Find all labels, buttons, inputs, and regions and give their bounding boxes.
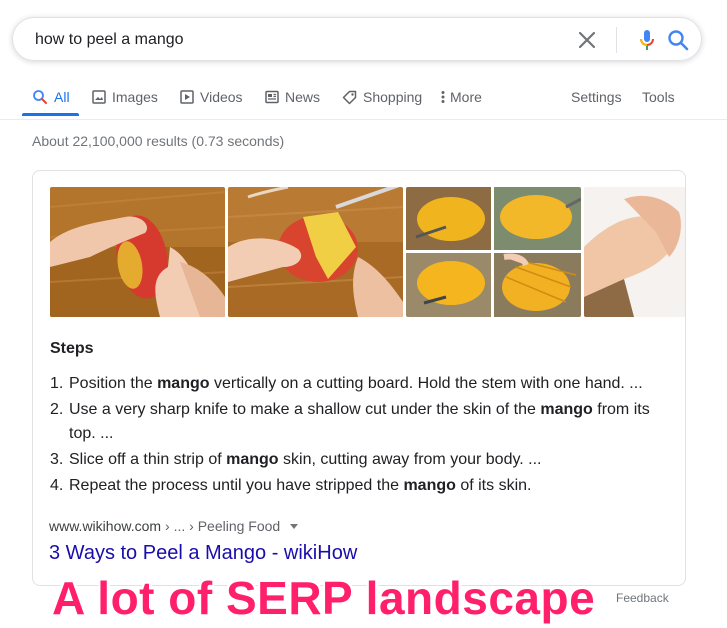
tab-label: News	[285, 89, 321, 105]
tab-images[interactable]: Images	[92, 78, 158, 116]
list-item: 1. Position the mango vertically on a cut…	[50, 372, 670, 396]
tag-icon	[342, 90, 357, 105]
list-item: 4. Repeat the process until you have stri…	[50, 474, 670, 498]
news-icon	[265, 90, 279, 104]
step-number: 3.	[50, 451, 64, 468]
step-keyword: mango	[226, 451, 279, 468]
tab-label: Shopping	[363, 89, 423, 105]
steps-title: Steps	[50, 340, 94, 357]
step-number: 1.	[50, 375, 64, 392]
step-text: Repeat the process until you have stripp…	[69, 477, 404, 494]
tabs-divider	[0, 119, 727, 120]
tab-shopping[interactable]: Shopping	[342, 78, 422, 116]
step-keyword: mango	[157, 375, 210, 392]
tab-label: All	[54, 89, 70, 105]
tools-link[interactable]: Tools	[642, 78, 675, 116]
result-stats: About 22,100,000 results (0.73 seconds)	[32, 133, 285, 149]
more-vert-icon	[441, 90, 445, 104]
tab-label: More	[450, 89, 482, 105]
search-divider	[616, 27, 617, 53]
step-keyword: mango	[540, 401, 593, 418]
search-input[interactable]	[33, 18, 557, 62]
step-text: Use a very sharp knife to make a shallow…	[69, 401, 541, 418]
step-text: of its skin.	[455, 477, 532, 494]
overlay-caption: A lot of SERP landscape	[52, 572, 596, 624]
search-icon	[32, 89, 48, 105]
tools-label: Tools	[642, 89, 675, 105]
list-item: 3. Slice off a thin strip of mango skin, …	[50, 448, 670, 472]
step-keyword: mango	[403, 477, 456, 494]
snippet-image[interactable]	[584, 187, 685, 317]
step-text: Slice off a thin strip of	[69, 451, 227, 468]
featured-snippet: Steps 1. Position the mango vertically on…	[32, 170, 686, 586]
tab-videos[interactable]: Videos	[180, 78, 243, 116]
image-icon	[92, 90, 106, 104]
tab-label: Videos	[200, 89, 243, 105]
tab-news[interactable]: News	[265, 78, 320, 116]
settings-link[interactable]: Settings	[571, 78, 622, 116]
tab-all[interactable]: All	[32, 78, 70, 116]
cite-domain: www.wikihow.com	[49, 518, 162, 534]
tab-label: Images	[112, 89, 158, 105]
step-number: 4.	[50, 477, 64, 494]
steps-list: 1. Position the mango vertically on a cut…	[50, 372, 670, 500]
step-text: vertically on a cutting board. Hold the …	[209, 375, 643, 392]
step-text: skin, cutting away from your body. ...	[278, 451, 542, 468]
clear-icon[interactable]	[576, 29, 598, 51]
step-number: 2.	[50, 401, 64, 418]
active-tab-indicator	[22, 113, 79, 116]
microphone-icon[interactable]	[635, 28, 659, 52]
result-title-link[interactable]: 3 Ways to Peel a Mango - wikiHow	[49, 542, 357, 565]
snippet-image[interactable]	[50, 187, 225, 317]
tab-more[interactable]: More	[441, 78, 482, 116]
cite-breadcrumb: › ... › Peeling Food	[165, 518, 281, 534]
step-text: Position the	[69, 375, 158, 392]
snippet-image[interactable]	[406, 187, 581, 317]
search-tabs: All Images Videos News Shopping More Set…	[0, 78, 727, 120]
search-icon[interactable]	[666, 28, 690, 52]
chevron-down-icon[interactable]	[290, 523, 299, 529]
search-bar[interactable]	[12, 17, 702, 62]
settings-label: Settings	[571, 89, 622, 105]
result-citation: www.wikihow.com › ... › Peeling Food	[49, 518, 299, 534]
list-item: 2. Use a very sharp knife to make a shall…	[50, 398, 670, 446]
snippet-image[interactable]	[228, 187, 403, 317]
feedback-link[interactable]: Feedback	[616, 591, 669, 605]
video-icon	[180, 90, 194, 104]
